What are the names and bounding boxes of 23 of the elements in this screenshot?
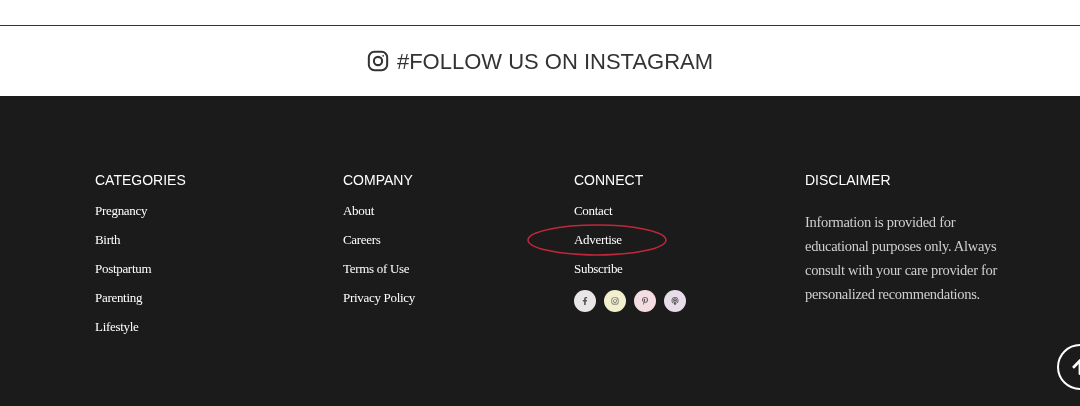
footer-link[interactable]: Subscribe (574, 260, 623, 278)
footer-link[interactable]: Terms of Use (343, 260, 410, 278)
footer-link[interactable]: Parenting (95, 289, 143, 307)
column-heading: DISCLAIMER (805, 172, 891, 188)
instagram-icon (366, 50, 389, 72)
instagram-banner-title[interactable]: #FOLLOW US ON INSTAGRAM (396, 44, 714, 78)
footer-link[interactable]: Advertise (574, 231, 622, 249)
instagram-icon[interactable] (604, 290, 626, 312)
footer-link[interactable]: Postpartum (95, 260, 152, 278)
footer-link[interactable]: Contact (574, 202, 613, 220)
footer-link[interactable]: Lifestyle (95, 318, 139, 336)
podcast-icon[interactable] (664, 290, 686, 312)
column-heading: COMPANY (343, 172, 413, 188)
facebook-icon[interactable] (574, 290, 596, 312)
footer-link[interactable]: About (343, 202, 374, 220)
column-heading: CONNECT (574, 172, 644, 188)
disclaimer-text: Information is provided for educational purposes only. Always consult with your care provider for personalized recommendations. (805, 213, 999, 304)
column-heading: CATEGORIES (95, 172, 186, 188)
pinterest-icon[interactable] (634, 290, 656, 312)
footer-link[interactable]: Pregnancy (95, 202, 148, 220)
footer-link[interactable]: Privacy Policy (343, 289, 415, 307)
footer-link[interactable]: Birth (95, 231, 121, 249)
footer-link[interactable]: Careers (343, 231, 381, 249)
